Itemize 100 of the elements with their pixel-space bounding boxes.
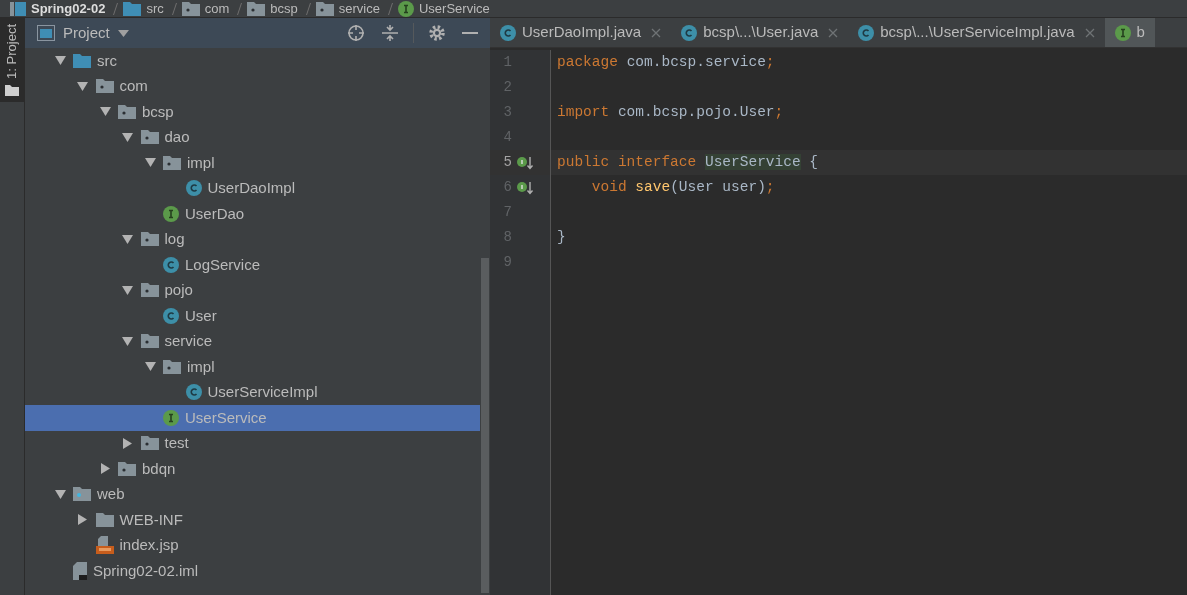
tree-item-label: UserDaoImpl — [207, 178, 296, 198]
tree-item[interactable]: bcsp — [25, 99, 480, 125]
tree-item[interactable]: log — [25, 226, 480, 252]
locate-icon[interactable] — [347, 24, 365, 42]
module-icon — [10, 1, 26, 16]
breadcrumb-item[interactable]: UserService — [419, 0, 490, 17]
tree-item-label: Spring02-02.iml — [93, 560, 199, 581]
class-icon — [163, 256, 179, 273]
line-number: 5 — [502, 153, 512, 172]
breadcrumb-item[interactable]: com — [204, 0, 230, 17]
class-icon — [500, 24, 516, 41]
package-icon — [140, 334, 159, 349]
package-icon — [140, 283, 159, 298]
tree-item-label: web — [97, 484, 125, 504]
tree-item[interactable]: User — [25, 303, 480, 329]
code-line: void save(User user); — [590, 177, 775, 197]
separator-icon — [171, 2, 177, 15]
expanded-arrow-icon[interactable] — [144, 361, 156, 373]
tree-item-label: UserDao — [185, 203, 245, 224]
package-icon — [163, 155, 181, 170]
interface-icon — [1114, 24, 1131, 41]
tree-item[interactable]: test — [25, 430, 480, 456]
collapsed-arrow-icon[interactable] — [77, 514, 88, 526]
code-line: package com.bcsp.service; — [557, 52, 775, 72]
tree-item[interactable]: impl — [25, 150, 480, 176]
expanded-arrow-icon[interactable] — [54, 55, 66, 67]
breadcrumb-item[interactable]: src — [146, 0, 164, 17]
breadcrumb-item[interactable]: Spring02-02 — [31, 0, 106, 17]
package-icon — [140, 232, 159, 247]
tree-item-label: log — [164, 229, 185, 249]
expanded-arrow-icon[interactable] — [54, 488, 66, 500]
class-icon — [185, 180, 202, 197]
tree-item[interactable]: web — [25, 481, 480, 507]
tree-item-label: UserService — [185, 407, 267, 428]
tree-item[interactable]: impl — [25, 354, 480, 380]
tree-item-label: impl — [187, 356, 215, 377]
collapse-all-icon[interactable] — [381, 24, 399, 42]
dropdown-caret-icon[interactable] — [117, 29, 129, 37]
tree-item[interactable]: dao — [25, 124, 480, 150]
tree-item[interactable]: UserDaoImpl — [25, 175, 480, 201]
folder-icon — [73, 53, 91, 68]
tree-item[interactable]: WEB-INF — [25, 507, 480, 533]
editor-tab[interactable]: bcsp\...\User.java — [671, 18, 849, 47]
tree-item[interactable]: index.jsp — [25, 532, 480, 558]
web-folder-icon — [73, 487, 91, 502]
panel-icon — [37, 25, 55, 41]
class-icon — [681, 24, 698, 41]
file-icon — [73, 561, 87, 580]
tree-item-label: com — [119, 76, 148, 96]
tree-item[interactable]: UserServiceImpl — [25, 379, 480, 405]
interface-icon — [398, 0, 414, 17]
expanded-arrow-icon[interactable] — [122, 335, 133, 347]
implemented-marker-icon[interactable] — [516, 154, 534, 171]
package-icon — [95, 79, 114, 94]
tree-item-label: dao — [164, 127, 190, 147]
code-line: import com.bcsp.pojo.User; — [557, 102, 784, 122]
collapsed-arrow-icon[interactable] — [99, 463, 111, 475]
editor-tab[interactable]: b — [1104, 18, 1155, 47]
expanded-arrow-icon[interactable] — [77, 80, 88, 92]
breadcrumb-item[interactable]: service — [338, 0, 380, 17]
settings-icon[interactable] — [428, 24, 446, 42]
tree-item[interactable]: Spring02-02.iml — [25, 558, 480, 584]
expanded-arrow-icon[interactable] — [122, 284, 133, 296]
folder-icon — [5, 84, 19, 96]
interface-icon — [163, 205, 179, 222]
tree-item-label: User — [185, 305, 217, 326]
expanded-arrow-icon[interactable] — [99, 106, 111, 118]
scrollbar-thumb[interactable] — [481, 258, 489, 593]
tree-item[interactable]: src — [25, 48, 480, 74]
tree-item[interactable]: com — [25, 73, 480, 99]
class-icon — [858, 24, 875, 41]
interface-icon — [163, 409, 179, 426]
project-tool-tab[interactable]: 1: Project — [0, 18, 24, 102]
tree-item-label: service — [164, 331, 212, 351]
jsp-file-icon — [95, 536, 114, 555]
tree-item-label: src — [97, 50, 117, 71]
code-line: public interface UserService { — [557, 152, 819, 172]
folder-icon — [123, 1, 142, 16]
panel-title[interactable]: Project — [63, 21, 110, 45]
tree-item-label: UserServiceImpl — [207, 382, 318, 402]
tree-item-label: WEB-INF — [119, 509, 183, 530]
tree-item[interactable]: pojo — [25, 277, 480, 303]
tree-item-label: index.jsp — [119, 535, 179, 555]
tree-item-label: LogService — [185, 254, 261, 275]
breadcrumb-item[interactable]: bcsp — [270, 0, 298, 17]
tree-item[interactable]: bdqn — [25, 456, 480, 482]
editor-tab[interactable]: bcsp\...\UserServiceImpl.java — [848, 18, 1105, 47]
editor-tab[interactable]: UserDaoImpl.java — [490, 18, 672, 47]
implemented-marker-icon[interactable] — [516, 179, 534, 196]
expanded-arrow-icon[interactable] — [122, 131, 133, 143]
package-icon — [163, 359, 181, 374]
class-icon — [185, 384, 202, 401]
collapsed-arrow-icon[interactable] — [122, 437, 133, 449]
class-icon — [163, 307, 179, 324]
tree-item[interactable]: UserDao — [25, 201, 480, 227]
tree-item[interactable]: LogService — [25, 252, 480, 278]
separator-icon — [237, 2, 243, 15]
expanded-arrow-icon[interactable] — [122, 233, 133, 245]
expanded-arrow-icon[interactable] — [144, 157, 156, 169]
tree-item[interactable]: service — [25, 328, 480, 354]
